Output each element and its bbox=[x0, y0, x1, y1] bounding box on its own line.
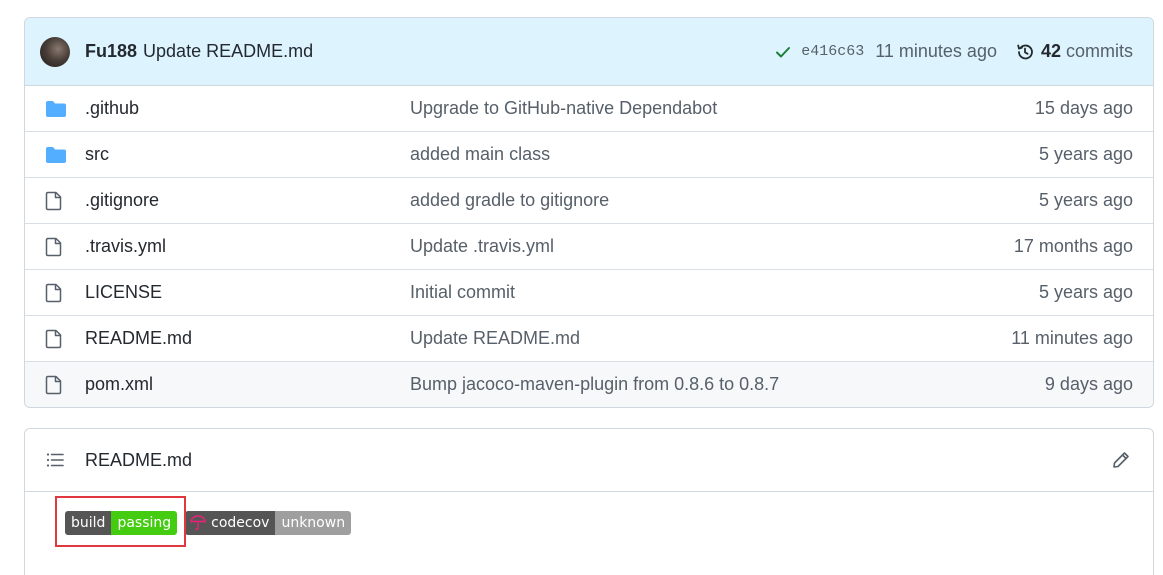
codecov-badge-label: codecov bbox=[211, 515, 270, 531]
build-badge-status: passing bbox=[111, 511, 178, 535]
file-name[interactable]: README.md bbox=[85, 328, 192, 349]
file-commit-age[interactable]: 5 years ago bbox=[1039, 144, 1133, 165]
commit-sha[interactable]: e416c63 bbox=[801, 43, 864, 60]
file-commit-message[interactable]: added main class bbox=[410, 144, 550, 165]
file-icon bbox=[45, 237, 63, 257]
file-icon bbox=[45, 375, 63, 395]
file-icon bbox=[45, 329, 63, 349]
commits-label: commits bbox=[1066, 41, 1133, 61]
file-commit-message[interactable]: Upgrade to GitHub-native Dependabot bbox=[410, 98, 717, 119]
file-commit-message[interactable]: Bump jacoco-maven-plugin from 0.8.6 to 0… bbox=[410, 374, 779, 395]
file-commit-age[interactable]: 9 days ago bbox=[1045, 374, 1133, 395]
codecov-badge-status: unknown bbox=[275, 511, 352, 535]
build-badge-label: build bbox=[65, 511, 112, 535]
check-icon[interactable] bbox=[775, 44, 791, 60]
codecov-badge[interactable]: codecov unknown bbox=[185, 511, 352, 535]
file-row: .travis.yml Update .travis.yml 17 months a… bbox=[25, 224, 1153, 270]
commit-author[interactable]: Fu188 bbox=[85, 41, 137, 62]
pencil-icon[interactable] bbox=[1111, 450, 1131, 470]
file-browser: Fu188 Update README.md e416c63 11 minute… bbox=[24, 17, 1154, 408]
file-name[interactable]: src bbox=[85, 144, 109, 165]
file-commit-age[interactable]: 15 days ago bbox=[1035, 98, 1133, 119]
file-row: README.md Update README.md 11 minutes ago bbox=[25, 316, 1153, 362]
file-commit-age[interactable]: 5 years ago bbox=[1039, 190, 1133, 211]
folder-icon bbox=[45, 100, 67, 118]
file-row: .gitignore added gradle to gitignore 5 yea… bbox=[25, 178, 1153, 224]
readme-badges: build passing codecov unknown bbox=[65, 511, 359, 535]
list-unordered-icon[interactable] bbox=[45, 450, 65, 470]
latest-commit-bar: Fu188 Update README.md e416c63 11 minute… bbox=[25, 18, 1153, 86]
readme-title[interactable]: README.md bbox=[85, 450, 192, 471]
commit-count: 42 bbox=[1040, 41, 1061, 61]
file-row: .github Upgrade to GitHub-native Dependab… bbox=[25, 86, 1153, 132]
codecov-umbrella-icon bbox=[190, 515, 206, 531]
file-name[interactable]: .github bbox=[85, 98, 139, 119]
build-badge[interactable]: build passing bbox=[65, 511, 178, 535]
commit-message[interactable]: Update README.md bbox=[143, 41, 313, 62]
readme-box: README.md build passing codecov unknown bbox=[24, 428, 1154, 575]
commits-link[interactable]: 42 commits bbox=[1015, 41, 1133, 62]
file-icon bbox=[45, 191, 63, 211]
commit-time[interactable]: 11 minutes ago bbox=[875, 41, 997, 62]
folder-icon bbox=[45, 146, 67, 164]
readme-header: README.md bbox=[25, 429, 1153, 492]
file-row: pom.xml Bump jacoco-maven-plugin from 0.8… bbox=[25, 362, 1153, 407]
file-row: src added main class 5 years ago bbox=[25, 132, 1153, 178]
file-name[interactable]: .travis.yml bbox=[85, 236, 166, 257]
file-commit-age[interactable]: 17 months ago bbox=[1014, 236, 1133, 257]
avatar[interactable] bbox=[40, 36, 70, 67]
file-commit-message[interactable]: Update README.md bbox=[410, 328, 580, 349]
file-list: .github Upgrade to GitHub-native Dependab… bbox=[25, 86, 1153, 407]
file-name[interactable]: .gitignore bbox=[85, 190, 159, 211]
file-commit-age[interactable]: 5 years ago bbox=[1039, 282, 1133, 303]
file-commit-message[interactable]: Update .travis.yml bbox=[410, 236, 554, 257]
file-name[interactable]: pom.xml bbox=[85, 374, 153, 395]
file-commit-message[interactable]: added gradle to gitignore bbox=[410, 190, 609, 211]
file-row: LICENSE Initial commit 5 years ago bbox=[25, 270, 1153, 316]
history-icon bbox=[1017, 44, 1033, 59]
file-icon bbox=[45, 283, 63, 303]
file-name[interactable]: LICENSE bbox=[85, 282, 162, 303]
file-commit-age[interactable]: 11 minutes ago bbox=[1011, 328, 1133, 349]
file-commit-message[interactable]: Initial commit bbox=[410, 282, 515, 303]
